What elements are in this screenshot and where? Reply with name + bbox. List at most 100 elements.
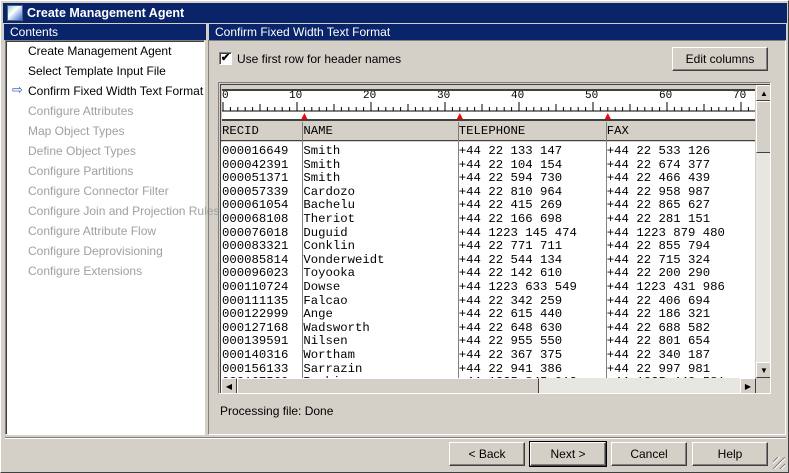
vertical-scrollbar[interactable]: ▲ ▼ <box>756 85 770 378</box>
ruler-label: 50 <box>585 90 599 102</box>
table-cell: 000061054 <box>222 198 289 213</box>
table-row: 000016649 Smith +44 22 133 147 +44 22 533 1… <box>221 144 755 158</box>
use-first-row-checkbox[interactable]: ✔ <box>219 52 232 65</box>
column-ruler[interactable]: 0 10 20 30 40 50 60 70 <box>222 89 755 121</box>
table-cell: +44 22 406 694 <box>606 293 711 308</box>
column-header[interactable]: TELEPHONE <box>459 124 525 138</box>
table-cell: Vonderweidt <box>303 252 385 267</box>
table-cell: +44 22 415 269 <box>458 198 563 213</box>
app-icon <box>7 5 23 21</box>
table-cell: 000156133 <box>222 361 289 376</box>
table-cell: Dowse <box>303 280 341 294</box>
help-button[interactable]: Help <box>692 442 768 466</box>
use-first-row-text: Use first row for header names <box>237 52 402 66</box>
column-divider[interactable] <box>457 122 459 378</box>
table-cell: +44 22 865 627 <box>606 198 711 213</box>
table-cell: Wadsworth <box>303 320 370 335</box>
table-row: 000110724 Dowse +44 1223 633 549 +44 1223 4… <box>221 280 755 294</box>
footer-divider <box>5 437 786 439</box>
sidebar-item: Configure Deprovisioning <box>28 244 163 258</box>
table-cell: Theriot <box>303 212 356 226</box>
table-cell: +44 22 855 794 <box>606 239 711 254</box>
column-divider[interactable] <box>605 122 607 378</box>
table-cell: +44 22 142 610 <box>458 266 563 281</box>
table-cell: 000096023 <box>222 266 289 281</box>
table-cell: +44 22 997 981 <box>606 361 711 376</box>
table-cell: +44 1223 431 986 <box>606 280 725 294</box>
column-header-row: RECID NAME TELEPHONE FAX <box>221 122 755 141</box>
table-row: 000051371 Smith +44 22 594 730 +44 22 466 4… <box>221 171 755 185</box>
sidebar-item[interactable]: Confirm Fixed Width Text Format <box>28 84 203 98</box>
cancel-button[interactable]: Cancel <box>611 442 687 466</box>
column-header[interactable]: FAX <box>607 124 629 138</box>
table-cell: 000068108 <box>222 212 289 226</box>
table-cell: +44 1223 145 474 <box>458 225 577 240</box>
current-step-arrow-icon: ⇨ <box>12 82 23 97</box>
sidebar-item[interactable]: Create Management Agent <box>28 44 171 58</box>
table-row: 000083321 Conklin +44 22 771 711 +44 22 855… <box>221 239 755 253</box>
table-row: 000156133 Sarrazin +44 22 941 386 +44 22 99… <box>221 362 755 376</box>
column-header[interactable]: RECID <box>222 124 259 138</box>
table-cell: 000016649 <box>222 144 289 158</box>
back-button[interactable]: < Back <box>449 442 525 466</box>
sidebar-item: Define Object Types <box>28 144 136 158</box>
sidebar-item[interactable]: Select Template Input File <box>28 64 166 78</box>
scroll-down-button[interactable]: ▼ <box>756 362 770 378</box>
scroll-right-button[interactable]: ▶ <box>740 378 756 393</box>
table-row: 000085814 Vonderweidt +44 22 544 134 +44 22… <box>221 253 755 267</box>
table-cell: 000057339 <box>222 184 289 199</box>
sidebar-item: Configure Extensions <box>28 264 143 278</box>
table-cell: +44 22 688 582 <box>606 320 711 335</box>
table-row: 000057339 Cardozo +44 22 810 964 +44 22 958… <box>221 185 755 199</box>
table-cell: +44 1223 879 480 <box>606 225 725 240</box>
table-cell: +44 22 133 147 <box>458 144 563 158</box>
table-cell: +44 22 544 134 <box>458 252 563 267</box>
horizontal-scrollbar[interactable]: ◀ ▶ <box>221 378 756 393</box>
scroll-left-button[interactable]: ◀ <box>221 378 237 393</box>
column-divider[interactable] <box>302 122 304 378</box>
sidebar-item: Configure Join and Projection Rules <box>28 204 220 218</box>
column-break-marker <box>456 113 463 119</box>
table-cell: +44 22 533 126 <box>606 144 711 158</box>
next-button[interactable]: Next > <box>529 441 607 467</box>
data-rows: 000016649 Smith +44 22 133 147 +44 22 533 1… <box>221 142 755 378</box>
table-cell: 000085814 <box>222 252 289 267</box>
ruler-label: 60 <box>659 90 673 102</box>
table-cell: +44 22 771 711 <box>458 239 563 254</box>
table-cell: Nilsen <box>303 334 348 349</box>
table-cell: +44 22 166 698 <box>458 212 563 226</box>
table-cell: Smith <box>303 144 341 158</box>
table-row: 000061054 Bachelu +44 22 415 269 +44 22 865… <box>221 198 755 212</box>
sidebar-item: Configure Attribute Flow <box>28 224 157 238</box>
table-cell: Toyooka <box>303 266 356 281</box>
horizontal-scroll-thumb[interactable] <box>237 378 539 393</box>
use-first-row-label[interactable]: Use first row for header names <box>237 52 401 66</box>
scroll-up-button[interactable]: ▲ <box>756 85 770 101</box>
ruler-label: 40 <box>511 90 525 102</box>
table-cell: +44 22 615 440 <box>458 307 563 322</box>
table-cell: Wortham <box>303 348 356 362</box>
ruler-label: 30 <box>437 90 451 102</box>
vertical-scroll-thumb[interactable] <box>756 101 770 153</box>
table-cell: +44 22 801 654 <box>606 334 711 349</box>
table-cell: Smith <box>303 157 341 172</box>
table-cell: 000051371 <box>222 171 289 186</box>
sidebar-item: Configure Attributes <box>28 104 134 118</box>
table-row: 000096023 Toyooka +44 22 142 610 +44 22 200… <box>221 266 755 280</box>
sidebar-item: Configure Connector Filter <box>28 184 169 198</box>
column-header[interactable]: NAME <box>303 124 333 138</box>
table-cell: +44 22 367 375 <box>458 348 563 362</box>
contents-header: Contents <box>4 24 206 40</box>
edit-columns-button[interactable]: Edit columns <box>672 47 768 71</box>
processing-status: Processing file: Done <box>220 404 334 418</box>
resize-grip[interactable] <box>773 457 785 469</box>
table-cell: +44 22 466 439 <box>606 171 711 186</box>
table-cell: 000122999 <box>222 307 289 322</box>
table-cell: +44 22 810 964 <box>458 184 563 199</box>
ruler-label: 20 <box>363 90 377 102</box>
table-cell: +44 22 594 730 <box>458 171 563 186</box>
table-cell: 000111135 <box>222 293 289 308</box>
table-cell: +44 22 281 151 <box>606 212 711 226</box>
table-cell: 000140316 <box>222 348 289 362</box>
table-row: 000076018 Duguid +44 1223 145 474 +44 1223 … <box>221 226 755 240</box>
